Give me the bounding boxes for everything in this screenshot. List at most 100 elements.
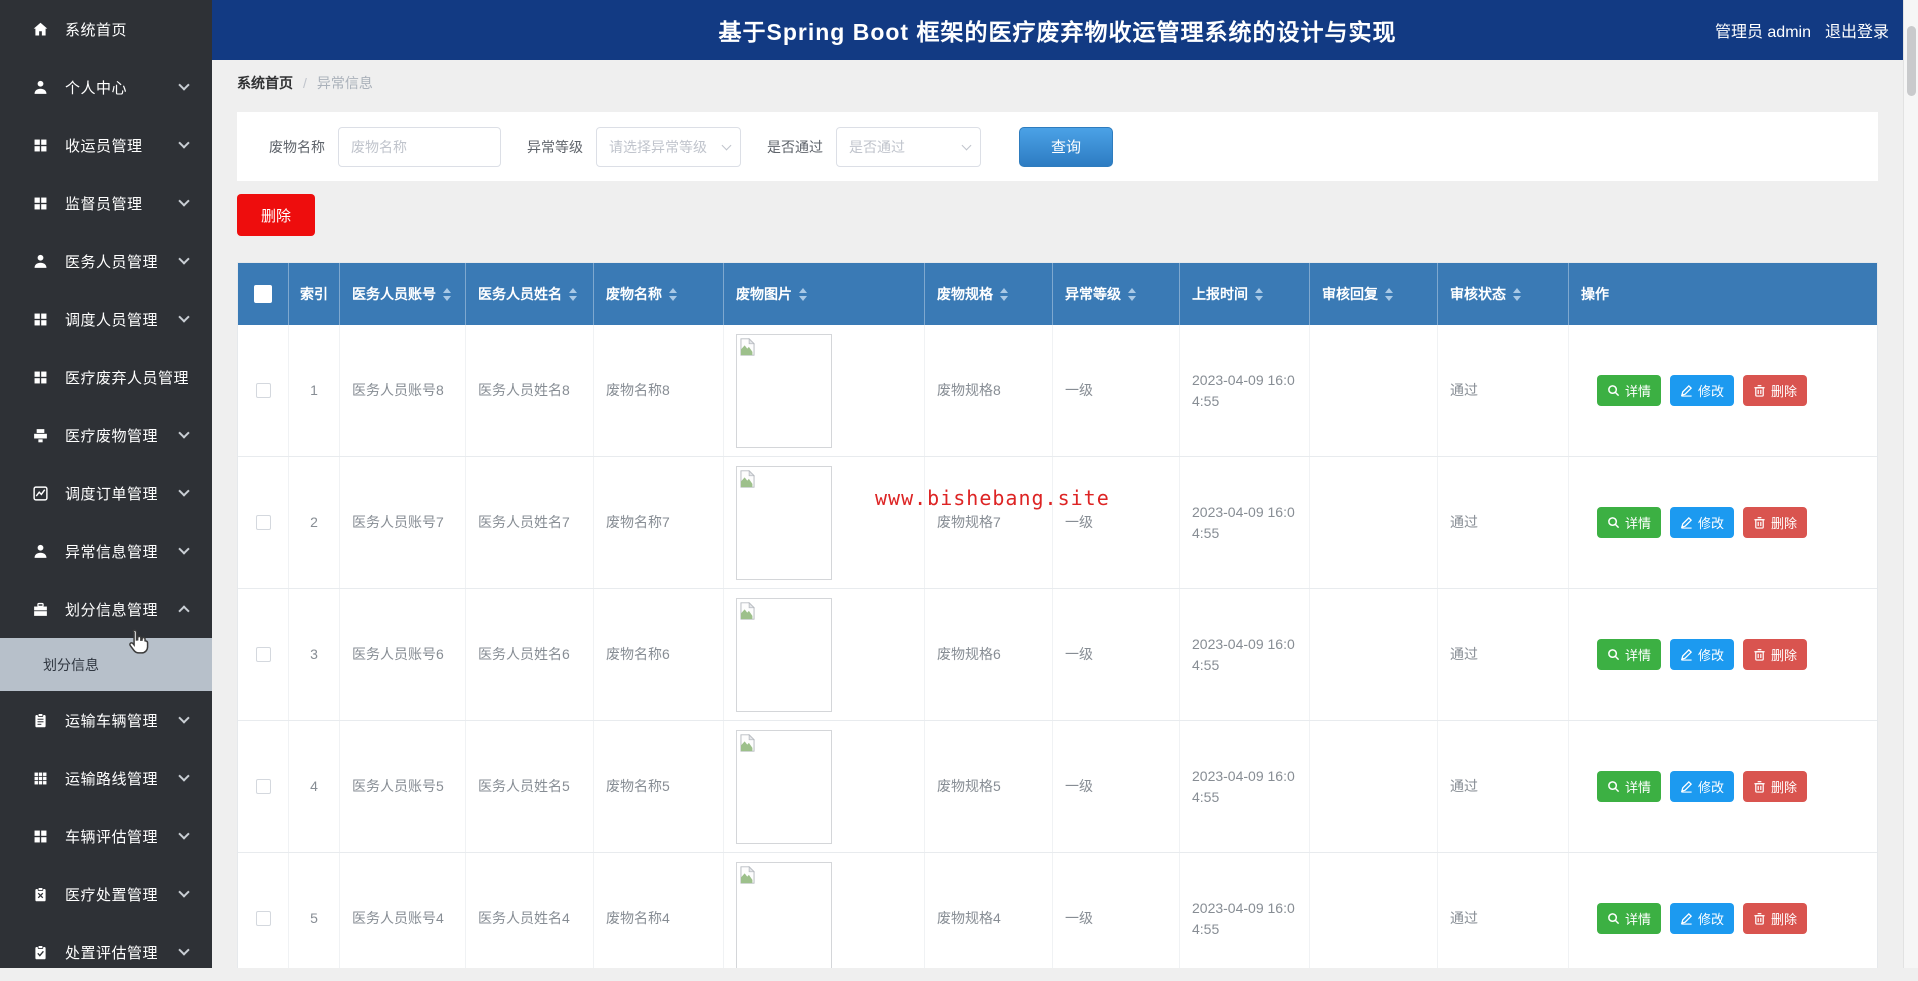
sidebar-item-1[interactable]: 系统首页	[0, 0, 212, 58]
cell-check	[238, 589, 289, 720]
waste-name-input[interactable]	[338, 127, 501, 167]
sidebar-item-11[interactable]: 划分信息管理	[0, 580, 212, 638]
detail-button[interactable]: 详情	[1597, 639, 1661, 670]
cell-text: 一级	[1065, 512, 1093, 533]
abnormal-level-label: 异常等级	[527, 137, 583, 157]
pass-select[interactable]: 是否通过	[836, 127, 981, 167]
breadcrumb-home[interactable]: 系统首页	[237, 73, 293, 93]
column-header-上报时间[interactable]: 上报时间	[1180, 263, 1310, 325]
cell-text: 一级	[1065, 644, 1093, 665]
delete-button[interactable]: 删除	[1743, 771, 1807, 802]
chevron-down-icon	[178, 253, 189, 264]
delete-button[interactable]: 删除	[1743, 507, 1807, 538]
edit-button[interactable]: 修改	[1670, 903, 1734, 934]
bulk-delete-button[interactable]: 删除	[237, 194, 315, 236]
sidebar-item-2[interactable]: 个人中心	[0, 58, 212, 116]
sidebar-item-15[interactable]: 医疗处置管理	[0, 865, 212, 923]
sidebar-item-16[interactable]: 处置评估管理	[0, 923, 212, 981]
edit-button[interactable]: 修改	[1670, 771, 1734, 802]
cell-text: 废物规格5	[937, 776, 1001, 797]
sidebar-item-label: 调度人员管理	[65, 309, 158, 330]
data-table: 索引医务人员账号医务人员姓名废物名称废物图片废物规格异常等级上报时间审核回复审核…	[237, 262, 1878, 968]
sidebar-item-3[interactable]: 收运员管理	[0, 116, 212, 174]
magnifier-icon	[1607, 780, 1620, 793]
sidebar-item-label: 医疗处置管理	[65, 884, 158, 905]
sidebar-item-13[interactable]: 运输路线管理	[0, 749, 212, 807]
page-scrollbar[interactable]	[1903, 0, 1918, 968]
column-header-审核回复[interactable]: 审核回复	[1310, 263, 1438, 325]
detail-button[interactable]: 详情	[1597, 903, 1661, 934]
cell-actions: 详情 修改删除	[1569, 457, 1877, 588]
chevron-down-icon	[178, 712, 189, 723]
scrollbar-thumb[interactable]	[1907, 26, 1916, 96]
row-checkbox[interactable]	[256, 647, 271, 662]
abnormal-level-select[interactable]: 请选择异常等级	[596, 127, 741, 167]
sort-carets-icon[interactable]	[1000, 288, 1008, 301]
column-header-医务人员姓名[interactable]: 医务人员姓名	[466, 263, 594, 325]
sidebar-item-12[interactable]: 运输车辆管理	[0, 691, 212, 749]
cell-time: 2023-04-09 16:04:55	[1180, 721, 1310, 852]
waste-image-placeholder	[736, 334, 832, 448]
cell-level: 一级	[1053, 589, 1180, 720]
column-header-废物规格[interactable]: 废物规格	[925, 263, 1053, 325]
logout-link[interactable]: 退出登录	[1825, 18, 1889, 42]
detail-button[interactable]: 详情	[1597, 375, 1661, 406]
sort-carets-icon[interactable]	[799, 288, 807, 301]
row-checkbox[interactable]	[256, 383, 271, 398]
edit-button[interactable]: 修改	[1670, 639, 1734, 670]
sort-carets-icon[interactable]	[669, 288, 677, 301]
magnifier-icon	[1607, 384, 1620, 397]
sort-carets-icon[interactable]	[569, 288, 577, 301]
sidebar-item-14[interactable]: 车辆评估管理	[0, 807, 212, 865]
column-header-废物名称[interactable]: 废物名称	[594, 263, 724, 325]
sidebar-item-9[interactable]: 调度订单管理	[0, 464, 212, 522]
waste-image-placeholder	[736, 466, 832, 580]
sort-carets-icon[interactable]	[443, 288, 451, 301]
cell-status: 通过	[1438, 325, 1569, 456]
detail-button[interactable]: 详情	[1597, 771, 1661, 802]
briefcase-icon	[30, 600, 50, 618]
sort-carets-icon[interactable]	[1513, 288, 1521, 301]
edit-button[interactable]: 修改	[1670, 375, 1734, 406]
breadcrumb-current: 异常信息	[317, 73, 373, 93]
sidebar-item-10[interactable]: 异常信息管理	[0, 522, 212, 580]
column-header-废物图片[interactable]: 废物图片	[724, 263, 925, 325]
column-label: 医务人员姓名	[478, 284, 562, 304]
action-label: 修改	[1698, 513, 1724, 532]
sidebar-item-4[interactable]: 监督员管理	[0, 174, 212, 232]
row-checkbox[interactable]	[256, 911, 271, 926]
column-header-审核状态[interactable]: 审核状态	[1438, 263, 1569, 325]
delete-button[interactable]: 删除	[1743, 375, 1807, 406]
sidebar-item-6[interactable]: 调度人员管理	[0, 290, 212, 348]
cell-text: 废物规格6	[937, 644, 1001, 665]
row-checkbox[interactable]	[256, 515, 271, 530]
detail-button[interactable]: 详情	[1597, 507, 1661, 538]
sort-carets-icon[interactable]	[1128, 288, 1136, 301]
chevron-up-icon	[178, 605, 189, 616]
row-checkbox[interactable]	[256, 779, 271, 794]
query-button[interactable]: 查询	[1019, 127, 1113, 167]
watermark-text: www.bishebang.site	[875, 486, 1110, 510]
column-label: 操作	[1581, 284, 1609, 304]
grid-icon	[30, 827, 50, 845]
chart-icon	[30, 484, 50, 502]
column-header-医务人员账号[interactable]: 医务人员账号	[340, 263, 466, 325]
column-header-异常等级[interactable]: 异常等级	[1053, 263, 1180, 325]
sort-carets-icon[interactable]	[1385, 288, 1393, 301]
delete-button[interactable]: 删除	[1743, 903, 1807, 934]
sidebar-item-5[interactable]: 医务人员管理	[0, 232, 212, 290]
sidebar-subitem-划分信息[interactable]: 划分信息	[0, 638, 212, 691]
sidebar-item-7[interactable]: 医疗废弃人员管理	[0, 348, 212, 406]
broken-image-icon	[740, 470, 755, 488]
edit-button[interactable]: 修改	[1670, 507, 1734, 538]
action-label: 详情	[1625, 777, 1651, 796]
sidebar-item-8[interactable]: 医疗废物管理	[0, 406, 212, 464]
chevron-down-icon	[178, 79, 189, 90]
select-all-checkbox[interactable]	[254, 285, 272, 303]
delete-button[interactable]: 删除	[1743, 639, 1807, 670]
cell-text: 医务人员账号4	[352, 908, 444, 929]
sort-carets-icon[interactable]	[1255, 288, 1263, 301]
cell-reply	[1310, 325, 1438, 456]
chevron-down-icon	[178, 828, 189, 839]
cell-check	[238, 853, 289, 968]
